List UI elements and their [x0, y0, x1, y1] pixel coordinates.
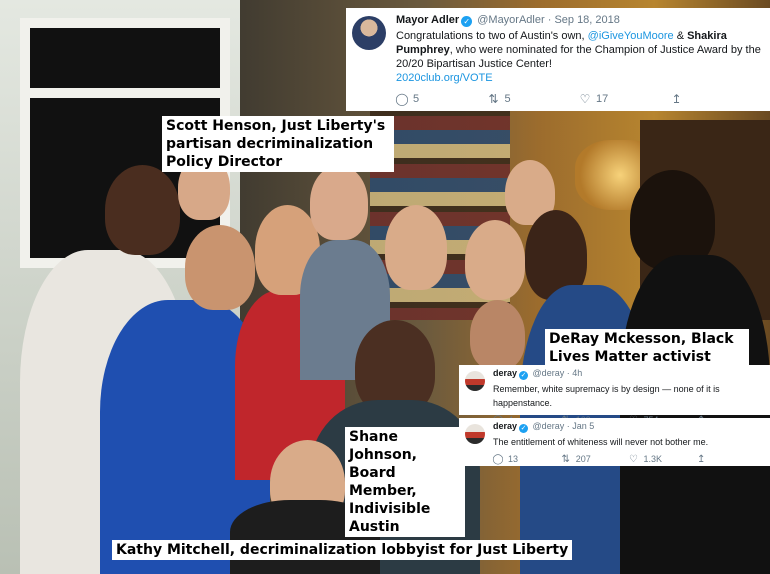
tweet-handle[interactable]: @deray · Jan 5 — [533, 421, 595, 431]
person-head — [105, 165, 180, 255]
mayor-avatar — [352, 16, 386, 50]
reply-icon: ◯ — [395, 92, 409, 106]
reply-count: 5 — [413, 93, 420, 105]
tweet-header: Mayor Adler ✓ @MayorAdler · Sep 18, 2018 — [396, 14, 762, 27]
tweet-author-name[interactable]: Mayor Adler — [396, 14, 459, 26]
deray-avatar — [465, 424, 485, 444]
heart-icon: ♡ — [579, 92, 591, 106]
tweet-text-part: Congratulations to two of Austin's own, — [396, 30, 588, 42]
deray-mckesson-label: DeRay Mckesson, Black Lives Matter activ… — [545, 329, 749, 367]
mayor-adler-tweet[interactable]: Mayor Adler ✓ @MayorAdler · Sep 18, 2018 … — [346, 8, 770, 111]
tweet-handle[interactable]: @MayorAdler — [477, 14, 544, 26]
deray-tweet-2[interactable]: deray ✓ @deray · Jan 5 The entitlement of… — [459, 418, 770, 466]
retweet-icon: ⇅ — [561, 453, 570, 465]
tweet-author-name[interactable]: deray — [493, 421, 517, 431]
retweet-button[interactable]: ⇅ 207 — [561, 453, 629, 465]
tweet-actions: ◯ 5 ⇅ 5 ♡ 17 ↥ — [395, 92, 763, 106]
deray-avatar — [465, 371, 485, 391]
verified-badge-icon: ✓ — [519, 371, 529, 380]
person-head — [470, 300, 525, 370]
tweet-handle[interactable]: @deray · 4h — [533, 368, 583, 378]
heart-icon: ♡ — [629, 453, 638, 465]
retweet-icon: ⇅ — [488, 92, 499, 106]
like-count: 17 — [596, 93, 609, 105]
kathy-mitchell-label: Kathy Mitchell, decriminalization lobbyi… — [112, 540, 573, 560]
tweet-header: deray ✓ @deray · 4h — [493, 368, 764, 380]
reply-icon: ◯ — [492, 453, 504, 465]
like-count: 1.3K — [643, 454, 663, 464]
tweet-text: Congratulations to two of Austin's own, … — [396, 29, 762, 85]
tweet-text: Remember, white supremacy is by design —… — [493, 384, 720, 408]
mention-link[interactable]: @iGiveYouMoore — [588, 30, 674, 42]
tweet-actions: ◯ 13 ⇅ 207 ♡ 1.3K ↥ — [492, 453, 764, 465]
person-head — [465, 220, 525, 300]
share-icon: ↥ — [671, 92, 682, 106]
retweet-button[interactable]: ⇅ 5 — [488, 92, 580, 106]
verified-badge-icon: ✓ — [519, 424, 529, 433]
person-head — [385, 205, 447, 290]
tweet-author-name[interactable]: deray — [493, 368, 517, 378]
like-button[interactable]: ♡ 1.3K — [629, 453, 697, 465]
reply-count: 13 — [508, 454, 519, 464]
share-button[interactable]: ↥ — [671, 92, 763, 106]
share-icon: ↥ — [697, 453, 706, 465]
verified-badge-icon: ✓ — [461, 16, 473, 27]
shane-johnson-label: Shane Johnson, Board Member, Indivisible… — [345, 427, 465, 537]
scott-henson-label: Scott Henson, Just Liberty's partisan de… — [162, 116, 394, 172]
tweet-text-part: , who were nominated for the Champion of… — [396, 44, 761, 70]
tweet-text: The entitlement of whiteness will never … — [493, 437, 709, 447]
tweet-date[interactable]: · Sep 18, 2018 — [548, 14, 620, 26]
person-head — [185, 225, 255, 310]
like-button[interactable]: ♡ 17 — [579, 92, 671, 106]
tweet-header: deray ✓ @deray · Jan 5 — [493, 421, 764, 433]
reply-button[interactable]: ◯ 5 — [395, 92, 488, 106]
retweet-count: 5 — [504, 93, 511, 105]
deray-tweet-1[interactable]: deray ✓ @deray · 4h Remember, white supre… — [459, 365, 770, 426]
tweet-text-part: & — [673, 30, 688, 42]
reply-button[interactable]: ◯ 13 — [492, 453, 561, 465]
share-button[interactable]: ↥ — [696, 453, 764, 465]
url-link[interactable]: 2020club.org/VOTE — [396, 72, 493, 84]
person-head — [310, 165, 368, 240]
retweet-count: 207 — [575, 454, 591, 464]
